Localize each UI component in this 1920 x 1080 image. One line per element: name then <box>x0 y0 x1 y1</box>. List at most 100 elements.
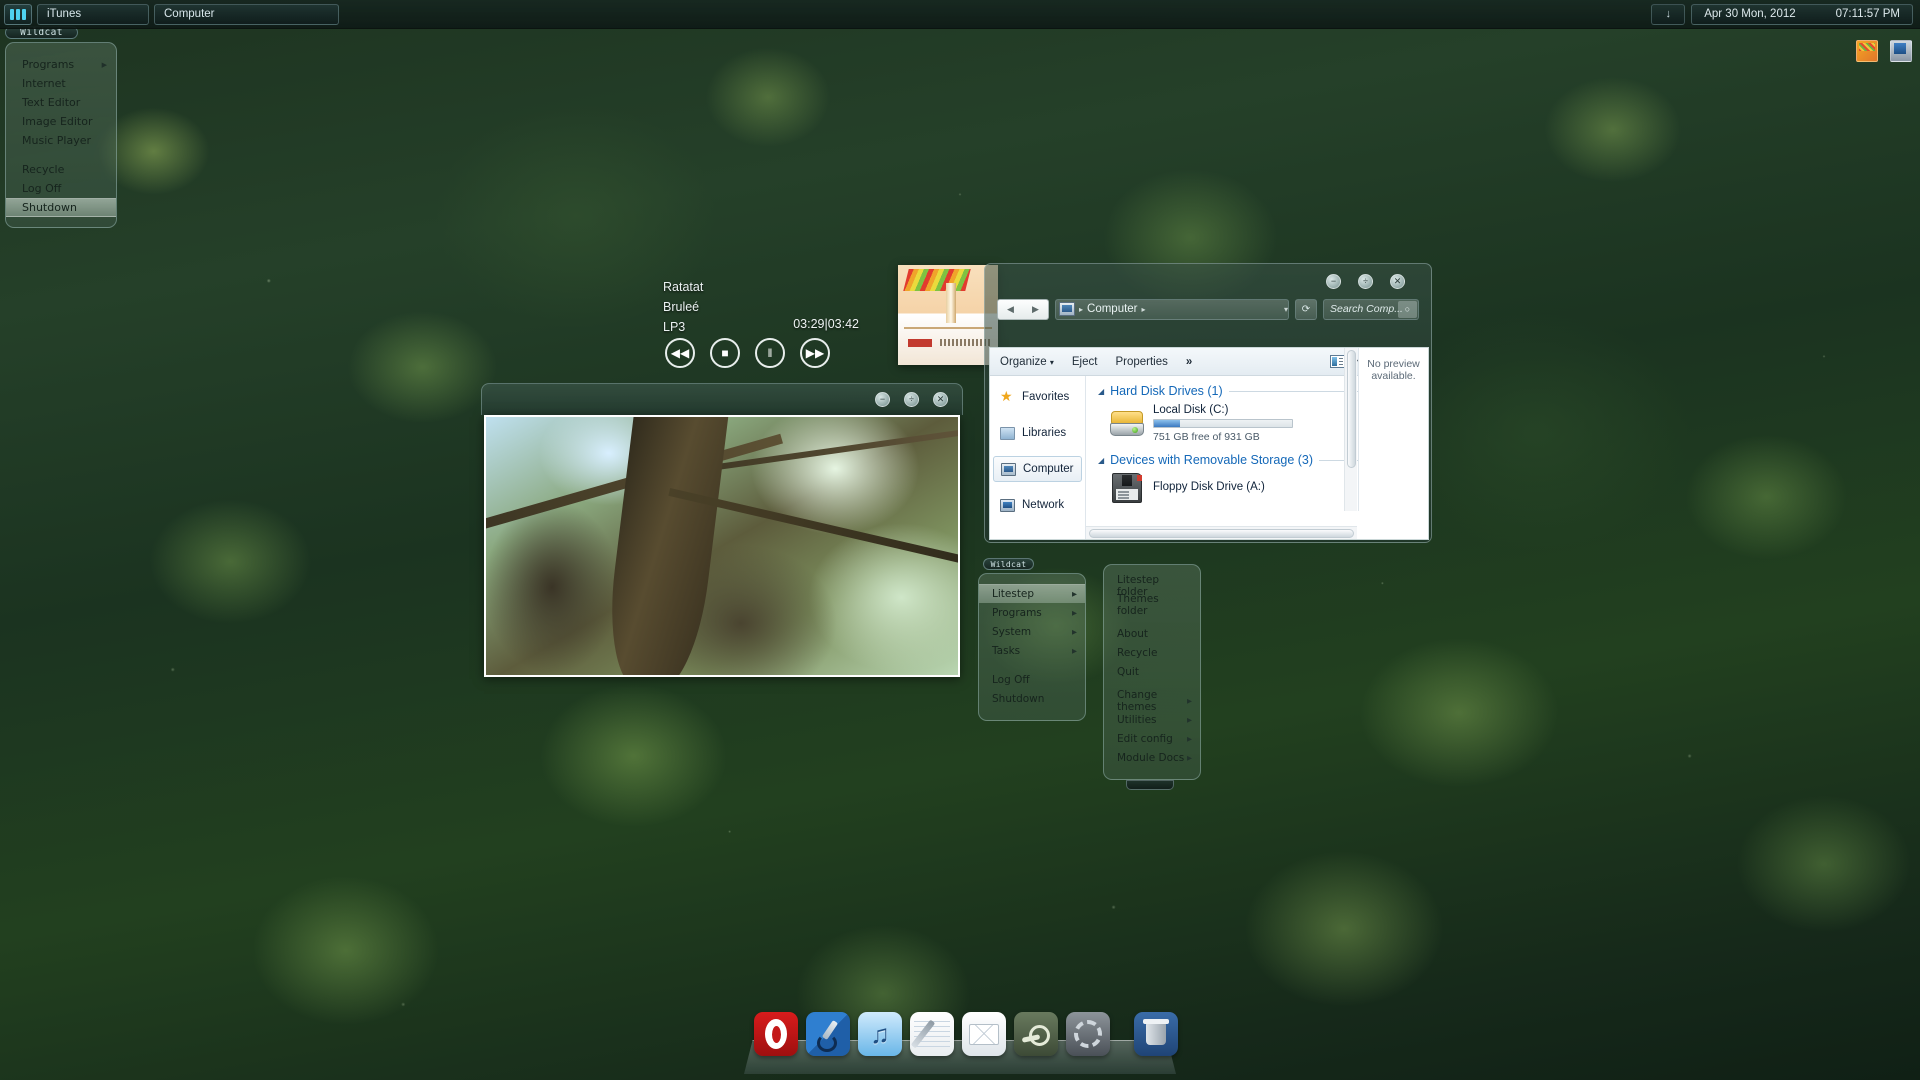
litestep-submenu[interactable]: Litestep folder Themes folder About Recy… <box>1103 564 1201 790</box>
taskbar[interactable]: iTunes Computer ↓ Apr 30 Mon, 2012 07:11… <box>0 0 1920 29</box>
sidebar-item-favorites[interactable]: ★ Favorites <box>990 384 1085 410</box>
music-player-widget[interactable]: Ratatat Bruleé LP3 03:29|03:42 ◀◀ ■ ‖ ▶▶ <box>650 265 998 375</box>
horizontal-scrollbar[interactable] <box>1086 526 1357 539</box>
start-logo[interactable] <box>4 3 32 25</box>
maximize-button[interactable]: ÷ <box>904 392 919 407</box>
image-viewer-titlebar[interactable]: − ÷ ✕ <box>481 383 963 415</box>
menu-separator <box>979 660 1085 670</box>
explorer-sidebar[interactable]: ★ Favorites Libraries Computer Network <box>990 376 1086 539</box>
submenu-item-module-docs[interactable]: Module Docs ▶ <box>1104 748 1200 767</box>
view-mode-icon[interactable] <box>1329 355 1345 368</box>
search-input[interactable]: Search Comp... ○ <box>1323 298 1419 320</box>
litestep-menu-item-shutdown[interactable]: Shutdown <box>979 689 1085 708</box>
litestep-menu-item-programs[interactable]: Programs ▶ <box>979 603 1085 622</box>
settings-icon[interactable] <box>1066 1012 1110 1056</box>
clock[interactable]: Apr 30 Mon, 2012 07:11:57 PM <box>1691 3 1913 25</box>
previous-button[interactable]: ◀◀ <box>665 338 695 368</box>
submenu-item-quit[interactable]: Quit <box>1104 662 1200 681</box>
network-icon <box>1000 498 1015 512</box>
start-menu-item-recycle[interactable]: Recycle <box>6 160 116 179</box>
explorer-titlebar[interactable]: − ÷ ✕ <box>989 268 1427 295</box>
start-menu-item-image-editor[interactable]: Image Editor <box>6 112 116 131</box>
pause-button[interactable]: ‖ <box>755 338 785 368</box>
start-menu-item-log-off[interactable]: Log Off <box>6 179 116 198</box>
explorer-window[interactable]: − ÷ ✕ ◀ ▶ ▸ Computer ▸ ▾ ⟳ Search Comp..… <box>984 263 1432 543</box>
litestep-menu-item-log-off[interactable]: Log Off <box>979 670 1085 689</box>
close-button[interactable]: ✕ <box>1390 274 1405 289</box>
start-menu-item-internet[interactable]: Internet <box>6 74 116 93</box>
back-icon[interactable]: ◀ <box>1007 304 1014 315</box>
litestep-menu[interactable]: Wildcat Litestep ▶ Programs ▶ System ▶ T… <box>978 558 1086 721</box>
explorer-navigation-bar[interactable]: ◀ ▶ ▸ Computer ▸ ▾ ⟳ Search Comp... ○ <box>989 295 1427 323</box>
logo-bar <box>10 8 14 20</box>
submenu-item-recycle[interactable]: Recycle <box>1104 643 1200 662</box>
litestep-menu-panel[interactable]: Litestep ▶ Programs ▶ System ▶ Tasks ▶ L… <box>978 573 1086 721</box>
explorer-client-area[interactable]: Organize ▾ Eject Properties » ▾ ? ★ Fa <box>989 347 1429 540</box>
breadcrumb-item-computer[interactable]: Computer <box>1087 303 1138 315</box>
sidebar-item-libraries[interactable]: Libraries <box>990 420 1085 446</box>
paint-shortcut-icon[interactable] <box>1856 40 1878 62</box>
track-name: Bruleé <box>663 300 700 314</box>
maximize-button[interactable]: ÷ <box>1358 274 1373 289</box>
image-viewer-window[interactable]: − ÷ ✕ <box>481 383 963 683</box>
start-menu[interactable]: Wildcat Programs ▶ Internet Text Editor … <box>5 26 117 228</box>
back-forward-buttons[interactable]: ◀ ▶ <box>997 298 1049 320</box>
notepad-icon[interactable] <box>910 1012 954 1056</box>
breadcrumb-dropdown-icon[interactable]: ▾ <box>1284 305 1288 314</box>
next-button[interactable]: ▶▶ <box>800 338 830 368</box>
steam-icon[interactable] <box>1014 1012 1058 1056</box>
stop-button[interactable]: ■ <box>710 338 740 368</box>
network-shortcut-icon[interactable] <box>1890 40 1912 62</box>
start-menu-body[interactable]: Programs ▶ Internet Text Editor Image Ed… <box>5 42 117 228</box>
eject-button[interactable]: Eject <box>1072 356 1098 368</box>
sidebar-item-computer[interactable]: Computer <box>993 456 1082 482</box>
submenu-item-themes-folder[interactable]: Themes folder <box>1104 593 1200 617</box>
breadcrumb-separator[interactable]: ▸ <box>1142 305 1146 314</box>
scrollbar-thumb[interactable] <box>1347 350 1356 468</box>
taskbar-button-computer[interactable]: Computer <box>154 3 339 25</box>
more-commands-button[interactable]: » <box>1186 356 1192 368</box>
start-menu-item-text-editor[interactable]: Text Editor <box>6 93 116 112</box>
close-button[interactable]: ✕ <box>933 392 948 407</box>
scrollbar-thumb[interactable] <box>1089 529 1354 538</box>
minimize-button[interactable]: − <box>875 392 890 407</box>
sidebar-item-network[interactable]: Network <box>990 492 1085 518</box>
submenu-item-utilities[interactable]: Utilities ▶ <box>1104 710 1200 729</box>
search-icon[interactable]: ○ <box>1398 300 1417 318</box>
vertical-scrollbar[interactable] <box>1344 348 1357 511</box>
paint-net-icon[interactable] <box>806 1012 850 1056</box>
opera-icon[interactable] <box>754 1012 798 1056</box>
taskbar-button-itunes[interactable]: iTunes <box>37 3 149 25</box>
dock-icon-list[interactable]: ♫ <box>754 1012 1178 1056</box>
submenu-item-about[interactable]: About <box>1104 624 1200 643</box>
start-menu-item-programs[interactable]: Programs ▶ <box>6 55 116 74</box>
start-menu-item-shutdown[interactable]: Shutdown <box>6 198 116 217</box>
explorer-main[interactable]: ★ Favorites Libraries Computer Network ◢… <box>990 348 1428 539</box>
preview-text: available. <box>1371 370 1416 382</box>
properties-button[interactable]: Properties <box>1115 356 1167 368</box>
minimize-button[interactable]: − <box>1326 274 1341 289</box>
submenu-item-edit-config[interactable]: Edit config ▶ <box>1104 729 1200 748</box>
litestep-menu-item-litestep[interactable]: Litestep ▶ <box>979 584 1085 603</box>
desktop[interactable]: iTunes Computer ↓ Apr 30 Mon, 2012 07:11… <box>0 0 1920 1080</box>
organize-button[interactable]: Organize ▾ <box>1000 356 1054 368</box>
litestep-menu-item-tasks[interactable]: Tasks ▶ <box>979 641 1085 660</box>
viewer-image <box>484 415 960 677</box>
litestep-menu-item-system[interactable]: System ▶ <box>979 622 1085 641</box>
player-controls[interactable]: ◀◀ ■ ‖ ▶▶ <box>665 338 830 368</box>
breadcrumb[interactable]: ▸ Computer ▸ ▾ <box>1055 298 1289 320</box>
recycle-bin-icon[interactable] <box>1134 1012 1178 1056</box>
collapse-arrow-icon[interactable]: ◢ <box>1098 387 1104 396</box>
forward-icon[interactable]: ▶ <box>1032 304 1039 315</box>
tray-expand-button[interactable]: ↓ <box>1651 3 1686 25</box>
maximize-icon: ÷ <box>909 394 914 404</box>
dock[interactable]: ♫ <box>744 1012 1178 1074</box>
start-menu-item-music-player[interactable]: Music Player <box>6 131 116 150</box>
mail-icon[interactable] <box>962 1012 1006 1056</box>
itunes-icon[interactable]: ♫ <box>858 1012 902 1056</box>
submenu-item-change-themes[interactable]: Change themes ▶ <box>1104 689 1200 713</box>
refresh-button[interactable]: ⟳ <box>1295 298 1317 320</box>
collapse-arrow-icon[interactable]: ◢ <box>1098 456 1104 465</box>
menu-separator <box>6 150 116 160</box>
preview-pane: No preview available. <box>1358 348 1428 511</box>
